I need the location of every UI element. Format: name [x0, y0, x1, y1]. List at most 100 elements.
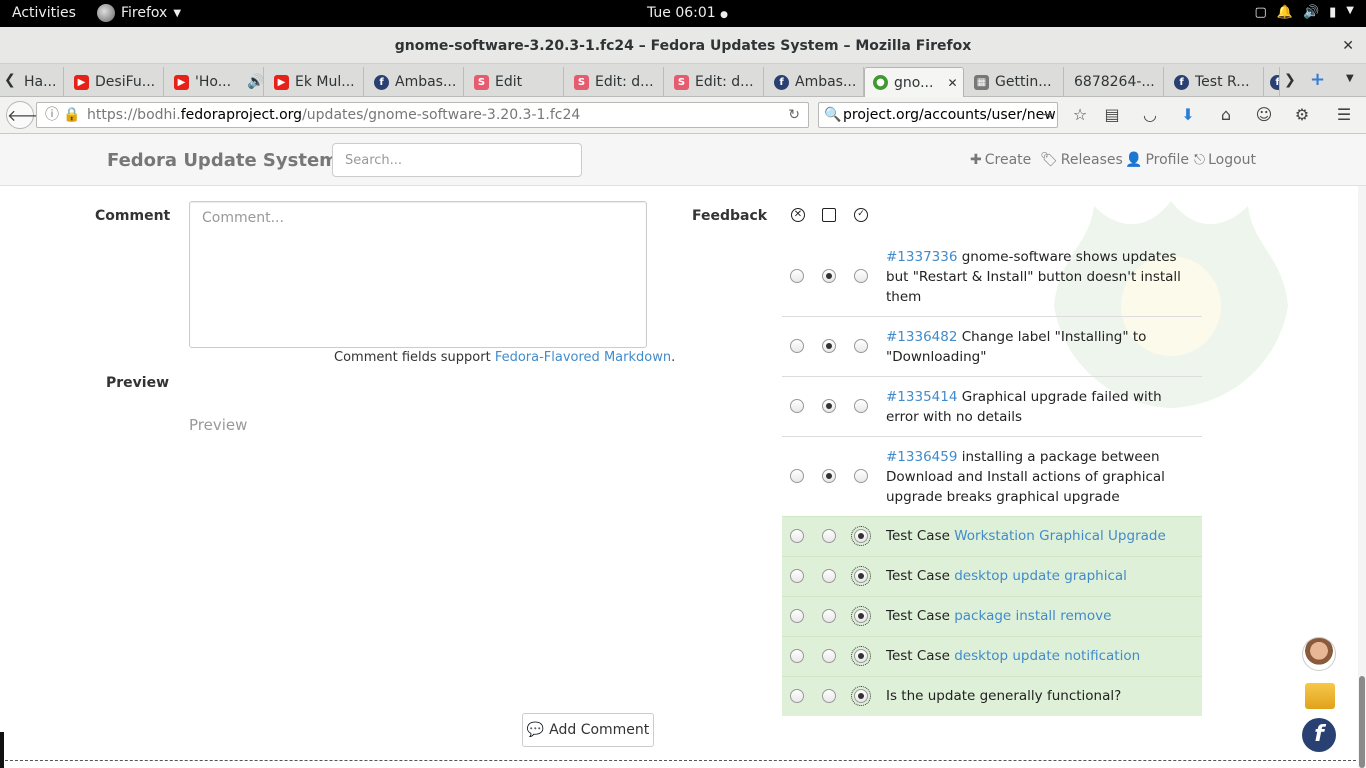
testcase-link[interactable]: desktop update graphical: [954, 568, 1127, 584]
search-icon: 🔍: [824, 107, 842, 123]
tab[interactable]: ▶ 'Ho... 🔊: [166, 67, 264, 97]
testcase-link[interactable]: Workstation Graphical Upgrade: [954, 528, 1166, 544]
downloads-icon[interactable]: ⬇: [1174, 101, 1202, 129]
activities-button[interactable]: Activities: [12, 5, 76, 21]
positive-radio[interactable]: [851, 565, 871, 586]
bug-link[interactable]: #1337336: [886, 249, 957, 265]
testcase-link[interactable]: package install remove: [954, 608, 1111, 624]
folder-icon[interactable]: [1305, 683, 1335, 709]
bug-link[interactable]: #1336459: [886, 449, 957, 465]
tab[interactable]: f Ambas...: [366, 67, 464, 97]
tab-partial[interactable]: f: [1266, 67, 1280, 97]
tab-scroll-left-icon[interactable]: ❮: [4, 72, 16, 88]
avatar-icon[interactable]: [1302, 637, 1336, 671]
site-brand[interactable]: Fedora Update System: [107, 150, 338, 171]
back-button[interactable]: 🡐: [6, 101, 50, 129]
tab[interactable]: f Test R...: [1166, 67, 1264, 97]
feedback-list: #1337336 gnome-software shows updates bu…: [782, 237, 1202, 716]
search-bar[interactable]: 🔍 project.org/accounts/user/new →: [818, 102, 1058, 128]
negative-radio[interactable]: [790, 268, 804, 283]
nav-logout[interactable]: ⎋ Logout: [1194, 152, 1256, 168]
tab[interactable]: ▶ Ek Mul...: [266, 67, 364, 97]
markdown-link[interactable]: Fedora-Flavored Markdown: [495, 350, 671, 365]
scrollbar-thumb[interactable]: [1359, 676, 1365, 768]
negative-radio[interactable]: [790, 528, 804, 543]
tab[interactable]: S Edit: d...: [666, 67, 764, 97]
bug-link[interactable]: #1335414: [886, 389, 957, 405]
neutral-radio[interactable]: [822, 568, 836, 583]
tab[interactable]: ▶ DesiFu...: [66, 67, 164, 97]
tab-list-icon[interactable]: ▼: [1346, 73, 1354, 84]
tags-icon: 🏷: [1040, 152, 1058, 168]
positive-radio[interactable]: [851, 525, 871, 546]
app-menu[interactable]: Firefox ▼: [97, 4, 181, 22]
positive-radio[interactable]: [854, 338, 868, 353]
positive-radio[interactable]: [854, 398, 868, 413]
negative-radio[interactable]: [790, 648, 804, 663]
close-tab-icon[interactable]: ✕: [947, 76, 957, 90]
negative-radio[interactable]: [790, 398, 804, 413]
close-icon[interactable]: ✕: [1342, 27, 1354, 65]
neutral-radio[interactable]: [822, 268, 836, 283]
home-icon[interactable]: ⌂: [1212, 101, 1240, 129]
tab-scroll-right-icon[interactable]: ❯: [1284, 72, 1296, 88]
neutral-radio[interactable]: [822, 608, 836, 623]
reload-icon[interactable]: ↻: [788, 103, 800, 127]
tab[interactable]: ▦ Gettin...: [966, 67, 1064, 97]
negative-radio[interactable]: [790, 338, 804, 353]
feedback-header: ✕ ✓: [782, 205, 1202, 229]
neutral-radio[interactable]: [822, 688, 836, 703]
clock[interactable]: Tue 06:01 ●: [647, 5, 728, 21]
system-tray[interactable]: ▢ 🔔 🔊 ▮ ▼: [1254, 5, 1354, 20]
negative-radio[interactable]: [790, 688, 804, 703]
search-bar-value: project.org/accounts/user/new: [843, 107, 1056, 123]
add-comment-label: Add Comment: [549, 722, 650, 738]
bookmarks-menu-icon[interactable]: ▤: [1098, 101, 1126, 129]
negative-radio[interactable]: [790, 568, 804, 583]
fedora-logo-icon[interactable]: f: [1302, 718, 1336, 752]
site-search-input[interactable]: [332, 143, 582, 177]
tab[interactable]: Ha...: [16, 67, 64, 97]
neutral-radio[interactable]: [822, 338, 836, 353]
tab-active[interactable]: ● gno... ✕: [864, 67, 964, 97]
positive-radio[interactable]: [854, 468, 868, 483]
neutral-radio[interactable]: [822, 468, 836, 483]
negative-radio[interactable]: [790, 608, 804, 623]
bookmark-star-icon[interactable]: ☆: [1066, 101, 1094, 129]
speaker-icon[interactable]: 🔊: [247, 74, 263, 90]
nav-create[interactable]: ✚ Create: [970, 152, 1031, 168]
nav-profile[interactable]: 👤 Profile: [1125, 152, 1189, 168]
comment-textarea[interactable]: [189, 201, 647, 348]
neutral-radio[interactable]: [822, 528, 836, 543]
neutral-radio[interactable]: [822, 398, 836, 413]
hamburger-menu-icon[interactable]: ☰: [1330, 101, 1358, 129]
add-comment-button[interactable]: 💬 Add Comment: [522, 713, 654, 747]
positive-radio[interactable]: [851, 685, 871, 706]
tab-label: Edit: d...: [595, 74, 654, 90]
arrow-right-icon[interactable]: →: [1041, 103, 1053, 127]
new-tab-icon[interactable]: +: [1310, 69, 1325, 90]
testcase-link[interactable]: desktop update notification: [954, 648, 1140, 664]
logout-icon: ⎋: [1194, 152, 1206, 168]
positive-radio[interactable]: [851, 645, 871, 666]
pocket-icon[interactable]: ◡: [1136, 101, 1164, 129]
page-scrollbar[interactable]: [1358, 186, 1366, 768]
nav-releases[interactable]: 🏷 Releases: [1040, 152, 1123, 168]
positive-radio[interactable]: [854, 268, 868, 283]
tab[interactable]: S Edit: [466, 67, 564, 97]
tab-label: Ha...: [24, 74, 57, 90]
negative-radio[interactable]: [790, 468, 804, 483]
testcase-feedback-row: Test Case desktop update notification: [782, 636, 1202, 676]
chat-icon[interactable]: ☺: [1250, 101, 1278, 129]
bug-link[interactable]: #1336482: [886, 329, 957, 345]
negative-karma-icon: ✕: [791, 208, 805, 222]
neutral-radio[interactable]: [822, 648, 836, 663]
url-bar[interactable]: ⓘ 🔒 https://bodhi.fedoraproject.org/upda…: [36, 102, 809, 128]
extension-icon[interactable]: ⚙: [1288, 101, 1316, 129]
info-icon[interactable]: ⓘ: [45, 103, 59, 127]
tab[interactable]: 6878264-...: [1066, 67, 1164, 97]
tab[interactable]: f Ambas...: [766, 67, 864, 97]
positive-radio[interactable]: [851, 605, 871, 626]
nav-releases-label: Releases: [1060, 152, 1123, 168]
tab[interactable]: S Edit: d...: [566, 67, 664, 97]
